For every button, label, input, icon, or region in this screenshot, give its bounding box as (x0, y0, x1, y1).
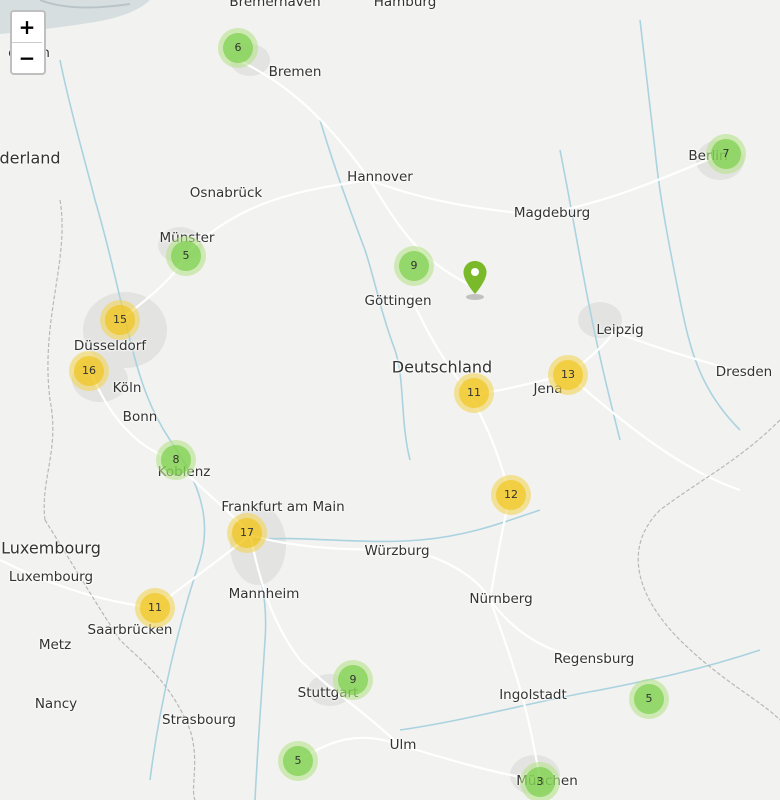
marker-cluster-koeln-area[interactable]: 16 (69, 351, 109, 391)
marker-cluster-frankfurt-area[interactable]: 17 (227, 513, 267, 553)
cluster-count: 6 (223, 33, 253, 63)
cluster-count: 9 (338, 665, 368, 695)
city-label-leipzig: Leipzig (596, 322, 644, 338)
location-marker[interactable] (462, 260, 488, 304)
marker-cluster-koblenz-area[interactable]: 8 (156, 440, 196, 480)
map-canvas[interactable]: Deutschland derland Luxembourg Bremerhaven H… (0, 0, 780, 800)
city-label-dresden: Dresden (715, 364, 773, 380)
cluster-count: 5 (283, 746, 313, 776)
city-label-regensburg: Regensburg (553, 651, 635, 667)
marker-cluster-franconia-area[interactable]: 12 (491, 475, 531, 515)
city-label-ingolstadt: Ingolstadt (499, 687, 567, 703)
marker-cluster-saarbruecken-area[interactable]: 11 (135, 588, 175, 628)
marker-cluster-muenster-area[interactable]: 5 (166, 236, 206, 276)
marker-cluster-thuringia-area[interactable]: 11 (454, 373, 494, 413)
marker-cluster-muenchen-area[interactable]: 3 (520, 762, 560, 800)
city-label-metz: Metz (38, 637, 72, 653)
cluster-count: 5 (171, 241, 201, 271)
cluster-count: 15 (105, 305, 135, 335)
cluster-count: 8 (161, 445, 191, 475)
cluster-count: 13 (553, 360, 583, 390)
location-pin-icon (463, 261, 487, 300)
city-label-bonn: Bonn (122, 409, 158, 425)
cluster-count: 5 (634, 684, 664, 714)
city-label-ulm: Ulm (389, 737, 417, 753)
country-label-luxembourg-country: Luxembourg (1, 538, 101, 558)
cluster-count: 11 (459, 378, 489, 408)
base-map (0, 0, 780, 800)
city-label-strasbourg: Strasbourg (162, 712, 236, 728)
marker-cluster-duesseldorf-area[interactable]: 15 (100, 300, 140, 340)
city-label-goettingen: Göttingen (364, 293, 432, 309)
city-label-nuernberg: Nürnberg (469, 591, 533, 607)
country-label-nederland: derland (0, 148, 61, 168)
cluster-count: 16 (74, 356, 104, 386)
cluster-count: 12 (496, 480, 526, 510)
city-label-bremerhaven: Bremerhaven (229, 0, 321, 10)
city-label-koeln: Köln (112, 380, 142, 396)
city-label-wuerzburg: Würzburg (364, 543, 430, 559)
cluster-count: 17 (232, 518, 262, 548)
zoom-control: + − (10, 10, 46, 75)
city-label-nancy: Nancy (34, 696, 78, 712)
cluster-count: 11 (140, 593, 170, 623)
marker-cluster-goettingen-area[interactable]: 9 (394, 246, 434, 286)
city-label-mannheim: Mannheim (228, 586, 300, 602)
marker-cluster-jena-area[interactable]: 13 (548, 355, 588, 395)
zoom-out-button[interactable]: − (12, 42, 42, 73)
marker-cluster-berlin-area[interactable]: 7 (706, 134, 746, 174)
marker-cluster-bremen-area[interactable]: 6 (218, 28, 258, 68)
city-label-frankfurt: Frankfurt am Main (221, 499, 345, 515)
cluster-count: 3 (525, 767, 555, 797)
zoom-in-button[interactable]: + (12, 12, 42, 42)
city-label-osnabrueck: Osnabrück (189, 185, 263, 201)
city-label-bremen: Bremen (268, 64, 322, 80)
marker-cluster-stuttgart-area[interactable]: 9 (333, 660, 373, 700)
city-label-hannover: Hannover (347, 169, 413, 185)
city-label-hamburg: Hamburg (373, 0, 437, 10)
cluster-count: 7 (711, 139, 741, 169)
marker-cluster-swabia-area[interactable]: 5 (278, 741, 318, 781)
marker-cluster-lower-bavaria-area[interactable]: 5 (629, 679, 669, 719)
city-label-magdeburg: Magdeburg (513, 205, 591, 221)
city-label-luxembourg-city: Luxembourg (8, 569, 94, 585)
cluster-count: 9 (399, 251, 429, 281)
